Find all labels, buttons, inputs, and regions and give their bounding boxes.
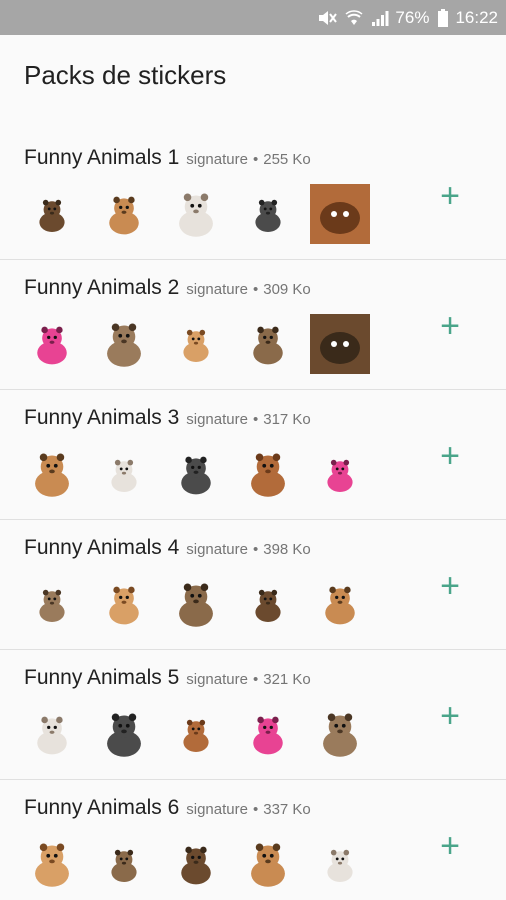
mute-icon	[317, 9, 338, 27]
dog-sticker	[166, 834, 226, 894]
pack-name: Funny Animals 2	[24, 276, 180, 299]
pack-size: 337 Ko	[263, 801, 311, 818]
pack-header: Funny Animals 4 signature • 398 Ko	[24, 536, 311, 560]
alpaca-sticker	[310, 704, 370, 764]
pack-author: signature	[186, 671, 248, 688]
hamster-sticker	[94, 444, 154, 504]
pack-name: Funny Animals 5	[24, 666, 180, 689]
pack-header: Funny Animals 3 signature • 317 Ko	[24, 406, 311, 430]
pack-size: 255 Ko	[263, 151, 311, 168]
hamster-sticker	[94, 704, 154, 764]
meta-separator: •	[252, 411, 259, 428]
pack-author: signature	[186, 541, 248, 558]
sticker-previews	[22, 574, 370, 634]
sticker-pack-row[interactable]: Funny Animals 1 signature • 255 Ko +	[0, 130, 506, 260]
pink-animal-sticker	[22, 314, 82, 374]
pack-meta: signature • 398 Ko	[186, 541, 311, 558]
add-pack-button[interactable]: +	[432, 698, 468, 734]
alpaca-sticker	[238, 704, 298, 764]
pack-name: Funny Animals 3	[24, 406, 180, 429]
pack-name: Funny Animals 6	[24, 796, 180, 819]
cat-sticker	[166, 184, 226, 244]
pack-size: 321 Ko	[263, 671, 311, 688]
meta-separator: •	[252, 801, 259, 818]
cat-sticker	[238, 184, 298, 244]
meta-separator: •	[252, 671, 259, 688]
battery-icon	[437, 8, 449, 27]
pack-meta: signature • 309 Ko	[186, 281, 311, 298]
giraffe-sticker	[22, 834, 82, 894]
cat-sticker	[166, 444, 226, 504]
black-cat-sticker	[310, 184, 370, 244]
sticker-previews	[22, 444, 370, 504]
bear-sticker	[22, 574, 82, 634]
pack-author: signature	[186, 801, 248, 818]
sticker-pack-row[interactable]: Funny Animals 2 signature • 309 Ko +	[0, 260, 506, 390]
pack-meta: signature • 337 Ko	[186, 801, 311, 818]
sticker-pack-row[interactable]: Funny Animals 6 signature • 337 Ko +	[0, 780, 506, 900]
dog-sticker	[238, 314, 298, 374]
bear-sticker	[238, 574, 298, 634]
dog-in-hat-sticker	[166, 314, 226, 374]
dog-sticker	[310, 444, 370, 504]
sticker-pack-row[interactable]: Funny Animals 4 signature • 398 Ko +	[0, 520, 506, 650]
add-pack-button[interactable]: +	[432, 828, 468, 864]
add-pack-button[interactable]: +	[432, 438, 468, 474]
meta-separator: •	[252, 541, 259, 558]
lizard-sticker	[22, 704, 82, 764]
cat-sticker	[238, 444, 298, 504]
clock: 16:22	[455, 7, 498, 27]
app-header: Packs de stickers	[0, 35, 506, 125]
pack-size: 398 Ko	[263, 541, 311, 558]
add-pack-button[interactable]: +	[432, 568, 468, 604]
pack-meta: signature • 321 Ko	[186, 671, 311, 688]
pack-author: signature	[186, 151, 248, 168]
sticker-pack-row[interactable]: Funny Animals 5 signature • 321 Ko +	[0, 650, 506, 780]
meta-separator: •	[252, 151, 259, 168]
hamster-sticker	[310, 574, 370, 634]
guinea-pig-sticker	[22, 444, 82, 504]
squirrel-sticker	[94, 184, 154, 244]
sticker-previews	[22, 834, 370, 894]
pug-sticker	[238, 834, 298, 894]
otter-sticker	[166, 574, 226, 634]
squirrel-sticker	[22, 184, 82, 244]
pack-header: Funny Animals 6 signature • 337 Ko	[24, 796, 311, 820]
sticker-pack-row[interactable]: Funny Animals 3 signature • 317 Ko +	[0, 390, 506, 520]
pack-header: Funny Animals 5 signature • 321 Ko	[24, 666, 311, 690]
pack-author: signature	[186, 411, 248, 428]
pack-author: signature	[186, 281, 248, 298]
pack-name: Funny Animals 4	[24, 536, 180, 559]
sticker-previews	[22, 704, 370, 764]
add-pack-button[interactable]: +	[432, 178, 468, 214]
sticker-previews	[22, 314, 370, 374]
pug-sticker	[94, 574, 154, 634]
llama-sticker	[310, 834, 370, 894]
pack-header: Funny Animals 2 signature • 309 Ko	[24, 276, 311, 300]
pack-meta: signature • 317 Ko	[186, 411, 311, 428]
page-title: Packs de stickers	[24, 60, 227, 90]
hamster-sticker	[166, 704, 226, 764]
battery-percent: 76%	[395, 7, 430, 27]
pack-size: 309 Ko	[263, 281, 311, 298]
add-pack-button[interactable]: +	[432, 308, 468, 344]
pack-size: 317 Ko	[263, 411, 311, 428]
meta-separator: •	[252, 281, 259, 298]
pack-meta: signature • 255 Ko	[186, 151, 311, 168]
wifi-icon	[345, 9, 363, 27]
pack-header: Funny Animals 1 signature • 255 Ko	[24, 146, 311, 170]
pack-name: Funny Animals 1	[24, 146, 180, 169]
sticker-previews	[22, 184, 370, 244]
llama-sticker	[94, 834, 154, 894]
status-bar: 76% 16:22	[0, 0, 506, 35]
signal-icon	[371, 9, 389, 27]
pack-list: Funny Animals 1 signature • 255 Ko + Funny…	[0, 130, 506, 900]
dog-sticker	[310, 314, 370, 374]
pug-sticker	[94, 314, 154, 374]
